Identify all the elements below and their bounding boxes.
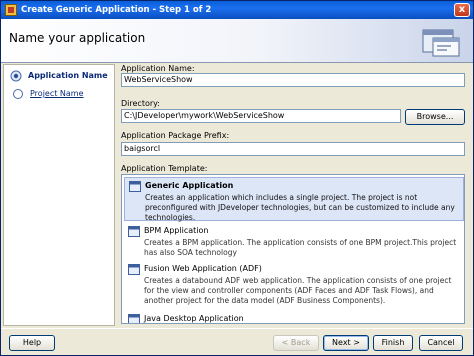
application-banner-icon xyxy=(422,29,460,57)
template-name: Generic Application xyxy=(145,181,234,190)
template-name: Fusion Web Application (ADF) xyxy=(144,264,262,273)
template-description: Creates an application which includes a … xyxy=(145,193,455,222)
title-bar[interactable]: Create Generic Application - Step 1 of 2… xyxy=(1,1,473,19)
finish-button[interactable]: Finish xyxy=(373,335,413,351)
step-label: Project Name xyxy=(30,89,84,98)
template-item-generic[interactable]: Generic Application Creates an applicati… xyxy=(124,177,464,222)
next-button[interactable]: Next > xyxy=(323,335,369,351)
package-prefix-label: Application Package Prefix: xyxy=(121,131,230,140)
button-bar: Help < Back Next > Finish Cancel xyxy=(1,328,473,355)
app-name-input[interactable]: WebServiceShow xyxy=(121,73,465,87)
template-name: Java Desktop Application xyxy=(144,314,244,323)
template-description: Creates a BPM application. The applicati… xyxy=(144,238,457,257)
template-description: Creates a databound ADF web application.… xyxy=(144,276,452,305)
wizard-header: Name your application xyxy=(1,19,473,63)
template-item-java-desktop[interactable]: Java Desktop Application xyxy=(124,311,464,323)
step-application-name[interactable]: Application Name xyxy=(6,69,112,83)
generic-app-icon xyxy=(129,181,141,192)
step-label: Application Name xyxy=(28,71,108,80)
page-title: Name your application xyxy=(9,31,146,45)
template-item-bpm[interactable]: BPM Application Creates a BPM applicatio… xyxy=(124,223,464,259)
template-item-fusion-web[interactable]: Fusion Web Application (ADF) Creates a d… xyxy=(124,261,464,309)
app-name-label: Application Name: xyxy=(121,64,195,73)
back-button[interactable]: < Back xyxy=(273,335,319,351)
browse-button[interactable]: Browse... xyxy=(405,109,465,125)
template-name: BPM Application xyxy=(144,226,209,235)
form-panel: Application Name: WebServiceShow Directo… xyxy=(119,64,473,326)
directory-label: Directory: xyxy=(121,99,160,108)
fusion-web-app-icon xyxy=(128,264,140,275)
bpm-app-icon xyxy=(128,226,140,237)
step-pending-icon xyxy=(13,89,23,99)
java-desktop-app-icon xyxy=(128,314,140,323)
step-current-icon xyxy=(10,70,22,82)
close-button[interactable]: x xyxy=(454,3,470,17)
directory-input[interactable]: C:\JDeveloper\mywork\WebServiceShow xyxy=(121,109,401,123)
wizard-steps-panel: Application Name Project Name xyxy=(3,64,115,326)
help-button[interactable]: Help xyxy=(9,335,55,351)
wizard-dialog: Create Generic Application - Step 1 of 2… xyxy=(0,0,474,356)
template-list[interactable]: Generic Application Creates an applicati… xyxy=(121,174,465,324)
window-title: Create Generic Application - Step 1 of 2 xyxy=(21,5,212,15)
cancel-button[interactable]: Cancel xyxy=(419,335,463,351)
package-prefix-input[interactable]: baigsorcl xyxy=(121,142,465,156)
template-label: Application Template: xyxy=(121,164,208,173)
jdeveloper-icon xyxy=(5,4,17,16)
